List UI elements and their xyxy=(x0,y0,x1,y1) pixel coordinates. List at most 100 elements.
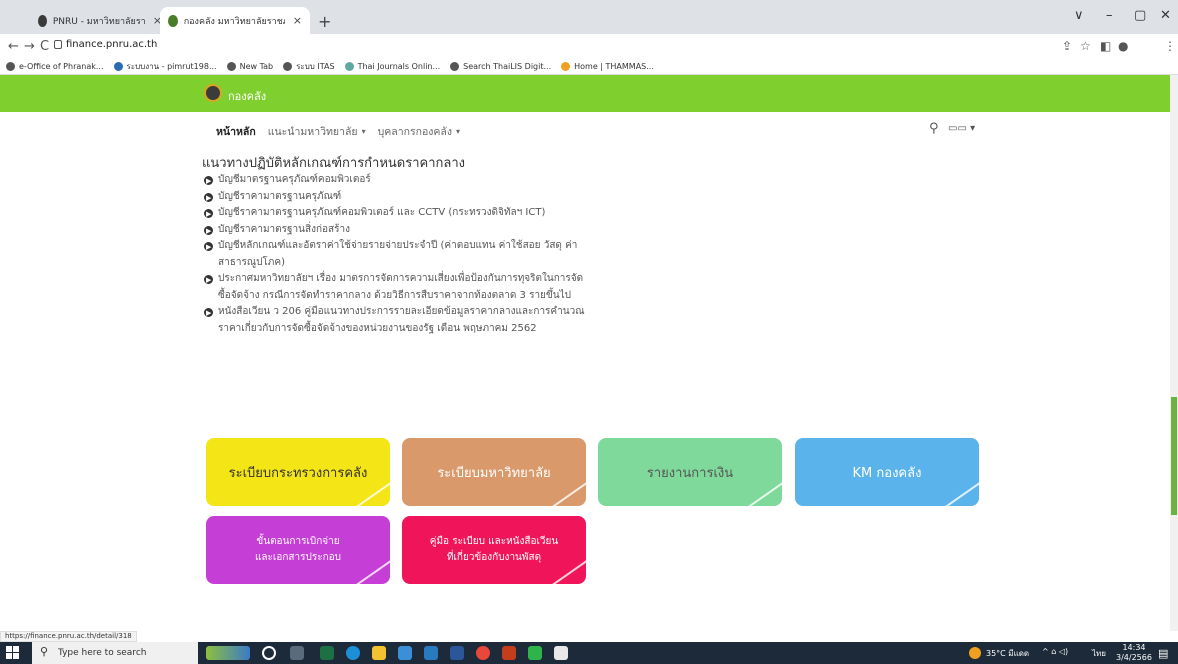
minimize-button[interactable]: – xyxy=(1106,8,1113,23)
windows-start-icon[interactable] xyxy=(6,646,20,660)
search-icon[interactable]: ⚲ xyxy=(929,121,939,136)
bookmark-label: Thai Journals Onlin... xyxy=(357,61,441,71)
notification-icon[interactable]: ▤ xyxy=(1158,647,1168,660)
clock-time: 14:34 xyxy=(1122,643,1146,652)
link-text[interactable]: บัญชีราคามาตรฐานสิ่งก่อสร้าง xyxy=(218,224,350,235)
restore-button[interactable]: ▢ xyxy=(1134,8,1146,23)
caret-down-icon: ▾ xyxy=(456,127,461,136)
globe-icon xyxy=(6,61,15,71)
tile-finance-regulations[interactable]: ระเบียบกระทรวงการคลัง xyxy=(206,438,390,506)
menu-item-home[interactable]: หน้าหลัก xyxy=(216,123,256,140)
bookmark-label: ระบบงาน - pimrut198... xyxy=(126,61,217,71)
bookmark-item[interactable]: Search ThaiLIS Digit... xyxy=(450,61,551,71)
list-item[interactable]: ▶ บัญชีราคามาตรฐานครุภัณฑ์คอมพิวเตอร์ และ… xyxy=(204,205,586,222)
arrow-right-icon: ▶ xyxy=(206,226,212,235)
list-item[interactable]: ▶ บัญชีราคามาตรฐานสิ่งก่อสร้าง xyxy=(204,222,586,239)
list-item[interactable]: ▶ บัญชีหลักเกณฑ์และอัตราค่าใช้จ่ายรายจ่าย… xyxy=(204,238,586,271)
tile-label: ระเบียบกระทรวงการคลัง xyxy=(228,465,368,481)
store-icon[interactable] xyxy=(398,646,412,660)
word-icon[interactable] xyxy=(450,646,464,660)
profile-icon[interactable]: ● xyxy=(1118,39,1128,53)
acrobat-icon[interactable] xyxy=(554,646,568,660)
itas-icon xyxy=(283,61,293,71)
tile-university-regulations[interactable]: ระเบียบมหาวิทยาลัย xyxy=(402,438,586,506)
new-tab-button[interactable]: + xyxy=(318,12,331,31)
close-window-button[interactable]: ✕ xyxy=(1160,8,1171,23)
menu-label: หน้าหลัก xyxy=(216,126,256,138)
tab-pnru[interactable]: PNRU - มหาวิทยาลัยราชภัฏพระนคร × xyxy=(30,7,170,34)
tile-disbursement[interactable]: ขั้นตอนการเบิกจ่าย และเอกสารประกอบ xyxy=(206,516,390,584)
file-explorer-icon[interactable] xyxy=(372,646,386,660)
reload-button[interactable]: C xyxy=(40,39,49,54)
tab-finance[interactable]: กองคลัง มหาวิทยาลัยราชภัฏพระนคร × xyxy=(160,7,310,34)
taskbar-search[interactable]: ⚲ Type here to search xyxy=(32,642,198,664)
menu-item-staff[interactable]: บุคลากรกองคลัง ▾ xyxy=(378,123,460,140)
menu-label: บุคลากรกองคลัง xyxy=(377,126,452,138)
tab-search-chevron-icon[interactable]: ∨ xyxy=(1074,8,1084,23)
page-scrollbar[interactable] xyxy=(1170,75,1178,631)
bookmark-item[interactable]: ระบบ ITAS xyxy=(283,60,335,73)
bookmarks-bar: e-Office of Phranak... ระบบงาน - pimrut1… xyxy=(0,58,1178,75)
document-links: ▶ บัญชีมาตรฐานครุภัณฑ์คอมพิวเตอร์ ▶ บัญชีร… xyxy=(204,172,586,337)
bookmark-item[interactable]: Thai Journals Onlin... xyxy=(344,61,441,71)
bookmark-label: ระบบ ITAS xyxy=(296,61,335,71)
browser-tabstrip: PNRU - มหาวิทยาลัยราชภัฏพระนคร × กองคลัง… xyxy=(0,0,1178,34)
list-item[interactable]: ▶ หนังสือเวียน ว 206 คู่มือแนวทางประการรา… xyxy=(204,304,586,337)
link-text[interactable]: บัญชีราคามาตรฐานครุภัณฑ์คอมพิวเตอร์ และ … xyxy=(218,207,545,218)
link-text[interactable]: บัญชีราคามาตรฐานครุภัณฑ์ xyxy=(218,191,341,202)
excel-icon[interactable] xyxy=(320,646,334,660)
language-selector[interactable]: ▭▭ ▾ xyxy=(948,123,975,134)
forward-button[interactable]: → xyxy=(24,39,35,54)
pnru-favicon-icon xyxy=(38,14,47,27)
bookmark-label: New Tab xyxy=(239,61,274,71)
tab-title: PNRU - มหาวิทยาลัยราชภัฏพระนคร xyxy=(52,16,145,27)
menu-item-about[interactable]: แนะนำมหาวิทยาลัย ▾ xyxy=(268,123,366,140)
taskbar-search-placeholder: Type here to search xyxy=(58,648,147,658)
bookmark-star-icon[interactable]: ☆ xyxy=(1080,39,1091,53)
share-icon[interactable]: ⇪ xyxy=(1062,39,1072,53)
input-language[interactable]: ไทย xyxy=(1092,647,1106,660)
tile-km[interactable]: KM กองคลัง xyxy=(795,438,979,506)
tile-label: ระเบียบมหาวิทยาลัย xyxy=(437,465,551,481)
caret-down-icon: ▾ xyxy=(361,127,366,136)
bookmark-item[interactable]: Home | THAMMAS... xyxy=(561,61,654,71)
lock-icon xyxy=(54,40,62,49)
line-icon[interactable] xyxy=(528,646,542,660)
back-button[interactable]: ← xyxy=(8,39,19,54)
url-field[interactable]: finance.pnru.ac.th xyxy=(66,39,157,50)
scrollbar-thumb[interactable] xyxy=(1171,397,1177,515)
cortana-icon[interactable] xyxy=(262,646,276,660)
list-item[interactable]: ▶ ประกาศมหาวิทยาลัยฯ เรื่อง มาตรการจัดการ… xyxy=(204,271,586,304)
university-logo-icon[interactable] xyxy=(204,84,222,102)
powerpoint-icon[interactable] xyxy=(502,646,516,660)
link-text[interactable]: บัญชีมาตรฐานครุภัณฑ์คอมพิวเตอร์ xyxy=(218,174,371,185)
bookmark-item[interactable]: New Tab xyxy=(226,61,274,71)
close-tab-icon[interactable]: × xyxy=(293,14,302,27)
tab-title: กองคลัง มหาวิทยาลัยราชภัฏพระนคร xyxy=(183,16,285,27)
edge-icon[interactable] xyxy=(346,646,360,660)
weather-text[interactable]: 35°C มีแดด xyxy=(986,647,1029,660)
search-icon: ⚲ xyxy=(40,645,49,658)
tray-icons[interactable]: ^ ⌂ ◁) xyxy=(1042,647,1068,656)
task-view-icon[interactable] xyxy=(290,646,304,660)
clock[interactable]: 14:34 3/4/2566 xyxy=(1116,643,1152,663)
tile-procurement-manual[interactable]: คู่มือ ระเบียบ และหนังสือเวียน ที่เกี่ยว… xyxy=(402,516,586,584)
list-item[interactable]: ▶ บัญชีมาตรฐานครุภัณฑ์คอมพิวเตอร์ xyxy=(204,172,586,189)
sidepanel-icon[interactable]: ◧ xyxy=(1100,39,1111,53)
link-text[interactable]: บัญชีหลักเกณฑ์และอัตราค่าใช้จ่ายรายจ่ายป… xyxy=(218,240,577,268)
finance-favicon-icon xyxy=(168,14,178,27)
tile-label: KM กองคลัง xyxy=(852,465,922,481)
link-text[interactable]: ประกาศมหาวิทยาลัยฯ เรื่อง มาตรการจัดการค… xyxy=(218,273,583,301)
weather-widget-icon[interactable] xyxy=(206,646,250,660)
tile-label: คู่มือ ระเบียบ และหนังสือเวียน ที่เกี่ยว… xyxy=(429,536,559,563)
tile-financial-report[interactable]: รายงานการเงิน xyxy=(598,438,782,506)
mail-icon[interactable] xyxy=(424,646,438,660)
list-item[interactable]: ▶ บัญชีราคามาตรฐานครุภัณฑ์ xyxy=(204,189,586,206)
arrow-right-icon: ▶ xyxy=(206,276,212,284)
chrome-icon[interactable] xyxy=(476,646,490,660)
bookmark-item[interactable]: ระบบงาน - pimrut198... xyxy=(113,60,217,73)
link-text[interactable]: หนังสือเวียน ว 206 คู่มือแนวทางประการราย… xyxy=(218,306,584,334)
menu-kebab-icon[interactable]: ⋮ xyxy=(1164,39,1176,53)
site-brand[interactable]: กองคลัง xyxy=(228,87,266,105)
bookmark-item[interactable]: e-Office of Phranak... xyxy=(6,61,104,71)
